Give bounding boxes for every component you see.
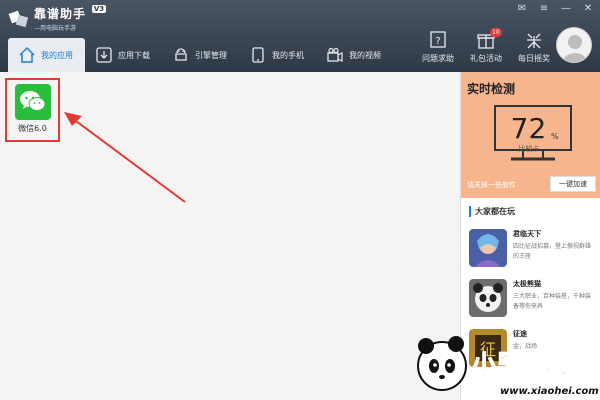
lottery-label: 每日摇奖 — [518, 54, 550, 63]
game-item[interactable]: 太极熊猫 三大职业，百种装搭，千种装备等你来弄 — [469, 279, 592, 317]
app-title: 靠谱助手 — [34, 7, 87, 21]
pointer-arrow-icon — [64, 112, 186, 203]
watermark-url: www.xiaohei.com — [500, 386, 599, 397]
game-desc: 三大职业，百种装搭，千种装备等你来弄 — [513, 293, 592, 310]
panda-mascot-icon — [417, 336, 467, 391]
realtime-unit: % — [551, 132, 559, 141]
top-bar: 靠谱助手 V3 —用电脑玩手游 ✉ ≡ — ✕ 我的应用 应用下载 引擎管理 我… — [0, 0, 600, 72]
game-desc: 四比征战招募，登上傲视群雄的王座 — [513, 243, 592, 260]
right-tools: ? 问题求助 10 礼包活动 每日摇奖 — [414, 28, 558, 64]
realtime-compare: 比较卡 — [518, 145, 540, 153]
window-controls: ✉ ≡ — ✕ — [516, 3, 594, 14]
help-icon: ? — [430, 31, 446, 48]
minimize-icon[interactable]: — — [560, 3, 572, 14]
user-icon — [562, 35, 588, 62]
game-name: 太极熊猫 — [513, 280, 541, 288]
tab-my-apps[interactable]: 我的应用 — [8, 38, 85, 72]
skin-icon[interactable]: ✉ — [516, 3, 528, 14]
game-item[interactable]: 君临天下 四比征战招募，登上傲视群雄的王座 — [469, 229, 592, 267]
tab-engine[interactable]: 引擎管理 — [162, 38, 239, 72]
realtime-title: 实时检测 — [467, 82, 516, 96]
tab-my-video[interactable]: 我的视频 — [316, 38, 393, 72]
speedup-button[interactable]: 一键加速 — [550, 176, 596, 192]
game-name: 君临天下 — [513, 230, 541, 238]
gift-badge: 10 — [490, 28, 502, 37]
wechat-icon — [14, 84, 51, 120]
app-label: 微信6.0 — [18, 124, 47, 133]
tab-label: 应用下载 — [118, 50, 150, 60]
user-avatar[interactable] — [556, 27, 592, 63]
tab-label: 引擎管理 — [195, 50, 227, 60]
realtime-tip: 请关掉一些软件 — [467, 181, 516, 189]
game-junlin-icon — [469, 229, 507, 267]
lottery-button[interactable]: 每日摇奖 — [510, 30, 558, 64]
home-icon — [19, 46, 35, 63]
logo-icon — [8, 10, 29, 27]
close-icon[interactable]: ✕ — [582, 3, 594, 14]
tab-label: 我的应用 — [41, 50, 73, 60]
phone-icon — [252, 47, 264, 63]
site-watermark: 小黑游戏 www.xiaohei.com — [417, 336, 599, 397]
app-tile-wechat[interactable]: 微信6.0 — [5, 78, 60, 142]
gift-button[interactable]: 10 礼包活动 — [462, 28, 510, 64]
game-panda-icon — [469, 279, 507, 317]
tab-app-download[interactable]: 应用下载 — [85, 38, 162, 72]
tab-label: 我的手机 — [272, 50, 304, 60]
download-icon — [96, 47, 112, 63]
help-label: 问题求助 — [422, 54, 454, 63]
popular-title: 大家都在玩 — [469, 206, 592, 217]
realtime-check-panel: 实时检测 72 % 比较卡 请关掉一些软件 一键加速 — [461, 72, 600, 198]
lottery-icon — [527, 33, 541, 49]
app-logo: 靠谱助手 V3 —用电脑玩手游 — [8, 5, 107, 32]
tab-my-phone[interactable]: 我的手机 — [239, 38, 316, 72]
version-badge: V3 — [91, 5, 107, 13]
svg-text:?: ? — [435, 36, 440, 47]
menu-icon[interactable]: ≡ — [538, 3, 550, 14]
watermark-text: 小黑游戏 — [472, 350, 568, 378]
help-button[interactable]: ? 问题求助 — [414, 30, 462, 64]
nav-tabs: 我的应用 应用下载 引擎管理 我的手机 我的视频 — [8, 38, 393, 72]
android-icon — [175, 48, 187, 61]
tab-label: 我的视频 — [349, 50, 381, 60]
app-subtitle: —用电脑玩手游 — [34, 25, 77, 32]
gift-label: 礼包活动 — [470, 54, 502, 63]
video-icon — [327, 47, 343, 62]
my-apps-panel: 微信6.0 — [0, 72, 460, 400]
realtime-score: 72 — [510, 112, 547, 145]
